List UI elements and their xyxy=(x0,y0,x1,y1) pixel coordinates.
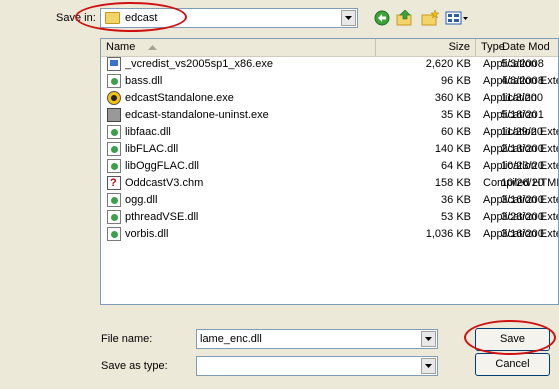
up-folder-icon xyxy=(396,10,412,26)
table-row[interactable]: edcast-standalone-uninst.exe 35 KB Appli… xyxy=(101,107,558,124)
save-in-label: Save in: xyxy=(56,12,96,24)
table-row[interactable]: libfaac.dll 60 KB Application Extension … xyxy=(101,124,558,141)
file-name-dropdown-arrow[interactable] xyxy=(421,331,436,347)
folder-icon xyxy=(105,12,120,24)
column-header-date[interactable]: Date Mod xyxy=(497,39,558,56)
file-name-value: lame_enc.dll xyxy=(200,333,262,345)
column-header-size[interactable]: Size xyxy=(376,39,476,56)
help-file-icon xyxy=(107,175,121,192)
dll-icon xyxy=(107,125,121,139)
back-button[interactable] xyxy=(372,9,392,27)
save-in-value: edcast xyxy=(125,12,158,24)
table-row[interactable]: bass.dll 96 KB Application Extension 4/8… xyxy=(101,73,558,90)
save-as-type-label: Save as type: xyxy=(101,360,168,372)
new-folder-button[interactable] xyxy=(420,9,440,27)
cancel-button[interactable]: Cancel xyxy=(475,353,550,376)
save-button[interactable]: Save xyxy=(475,328,550,351)
dll-icon xyxy=(107,210,121,224)
dll-icon xyxy=(107,193,121,207)
dll-icon xyxy=(107,74,121,88)
save-as-type-dropdown-arrow[interactable] xyxy=(421,358,436,374)
new-folder-icon xyxy=(421,10,439,26)
sort-ascending-icon xyxy=(148,44,158,50)
table-row[interactable]: libFLAC.dll 140 KB Application Extension… xyxy=(101,141,558,158)
dll-icon xyxy=(107,227,121,241)
uninstaller-icon xyxy=(107,108,121,122)
save-in-dropdown-arrow[interactable] xyxy=(341,10,356,26)
file-name-input[interactable]: lame_enc.dll xyxy=(196,329,438,349)
table-row[interactable]: OddcastV3.chm 158 KB Compiled HTML Help.… xyxy=(101,175,558,192)
dll-icon xyxy=(107,159,121,173)
table-row[interactable]: libOggFLAC.dll 64 KB Application Extensi… xyxy=(101,158,558,175)
file-name-label: File name: xyxy=(101,333,153,345)
back-arrow-icon xyxy=(374,10,390,26)
dll-icon xyxy=(107,142,121,156)
save-as-type-dropdown[interactable] xyxy=(196,356,438,376)
table-row[interactable]: _vcredist_vs2005sp1_x86.exe 2,620 KB App… xyxy=(101,56,558,73)
file-list-header: Name Size Type Date Mod xyxy=(101,39,558,57)
column-header-name[interactable]: Name xyxy=(101,39,376,56)
table-row[interactable]: ogg.dll 36 KB Application Extension 3/16… xyxy=(101,192,558,209)
app-icon xyxy=(107,91,121,105)
view-menu-button[interactable] xyxy=(444,9,470,27)
table-row[interactable]: pthreadVSE.dll 53 KB Application Extensi… xyxy=(101,209,558,226)
table-row[interactable]: vorbis.dll 1,036 KB Application Extensio… xyxy=(101,226,558,243)
up-one-level-button[interactable] xyxy=(395,9,415,27)
view-menu-icon xyxy=(445,11,468,25)
file-list[interactable]: Name Size Type Date Mod _vcredist_vs2005… xyxy=(100,38,559,305)
installer-icon xyxy=(107,57,121,71)
table-row[interactable]: edcastStandalone.exe 360 KB Application … xyxy=(101,90,558,107)
save-in-dropdown[interactable]: edcast xyxy=(100,8,358,28)
